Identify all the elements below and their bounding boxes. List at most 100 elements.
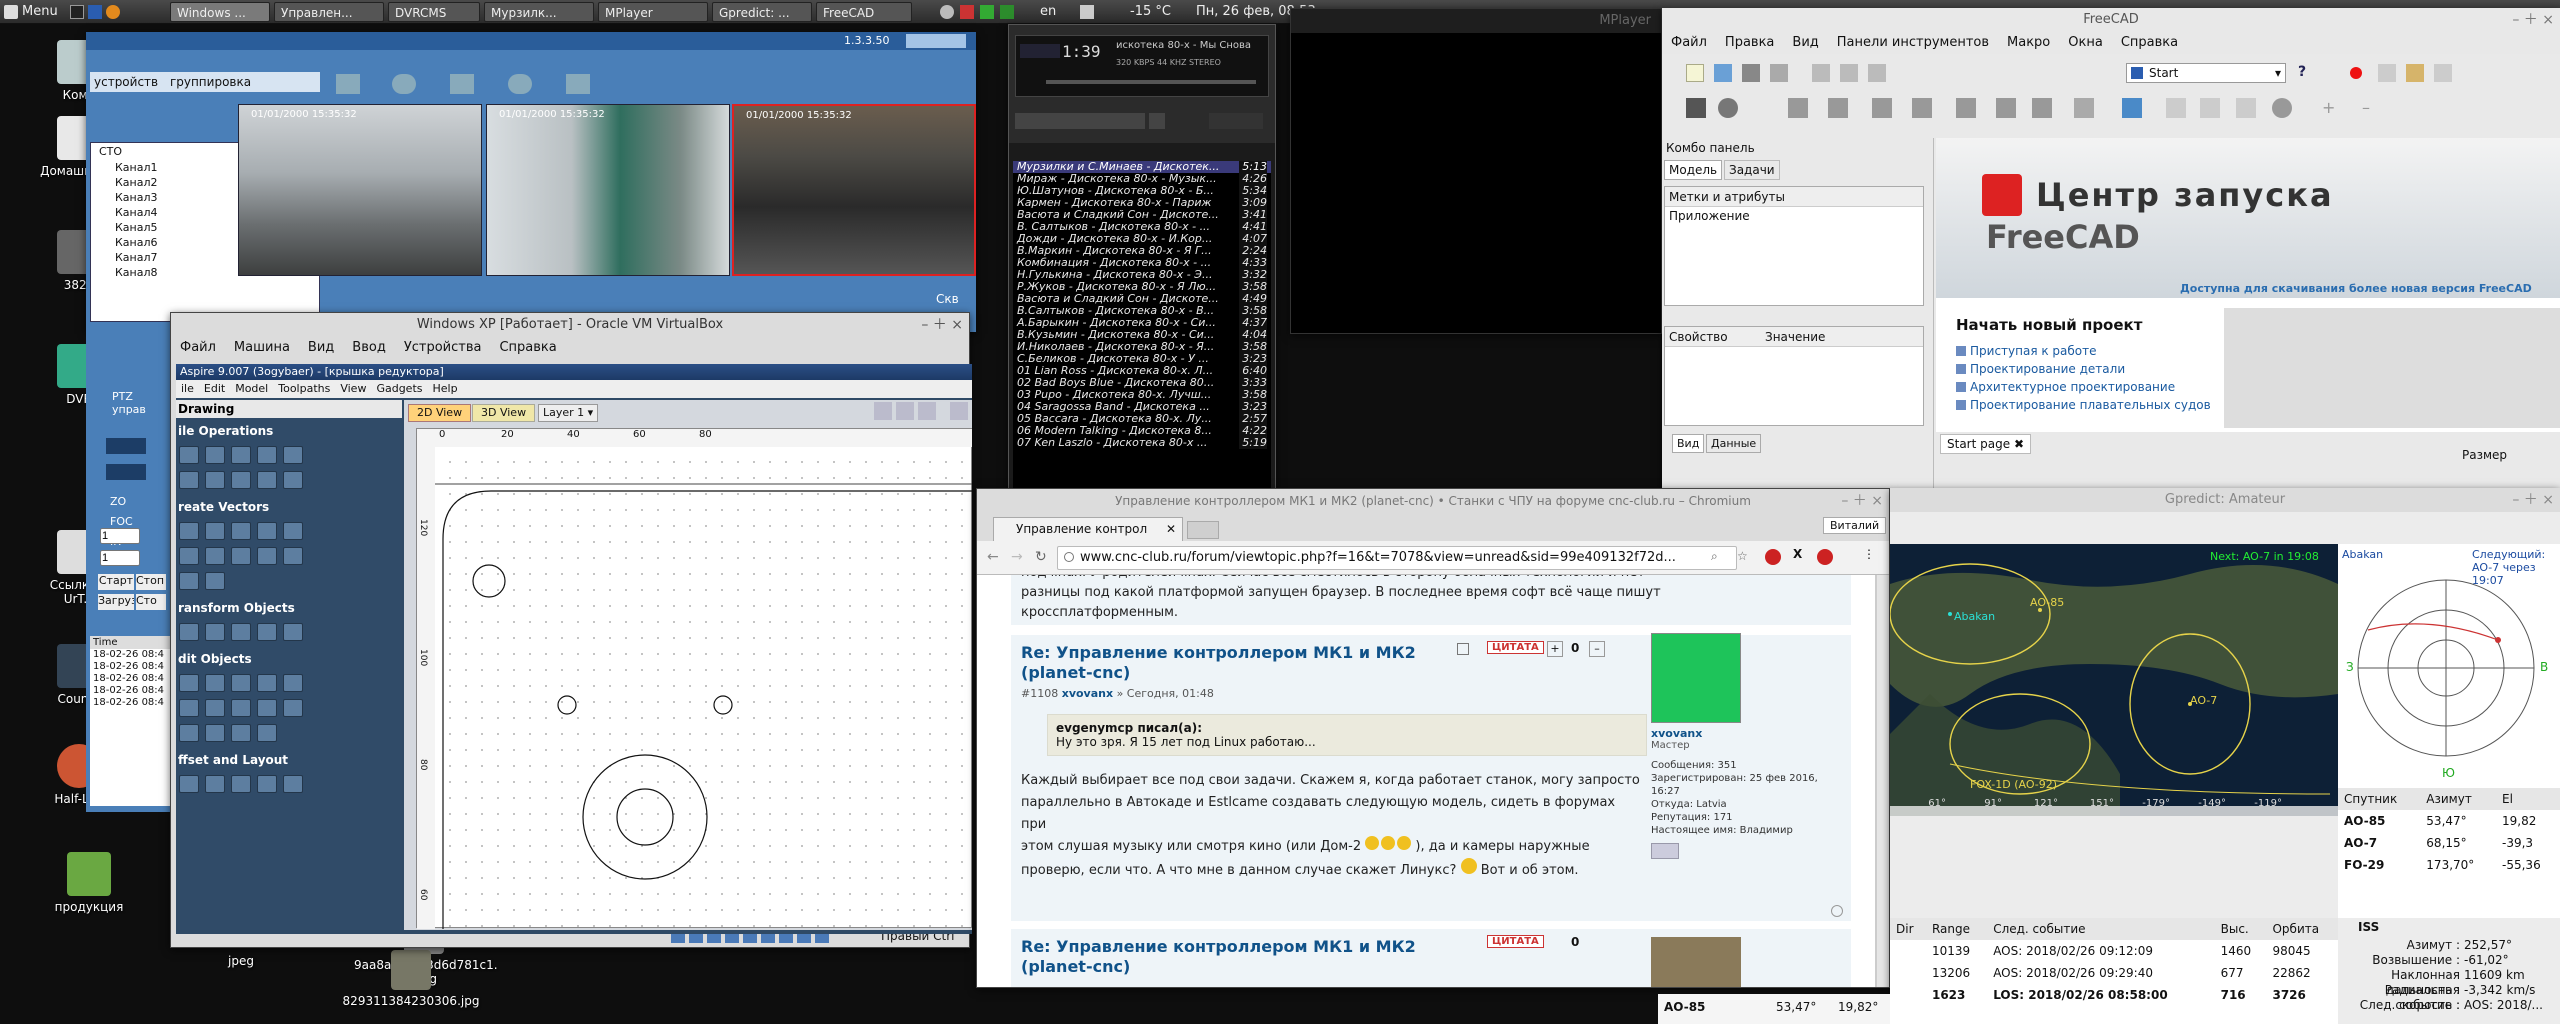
load-button[interactable]: Загруз <box>98 594 134 610</box>
desktop-file-jpeg[interactable]: jpeg <box>196 954 286 968</box>
forward-icon[interactable]: → <box>1011 549 1023 565</box>
menu-view[interactable]: Вид <box>1783 35 1827 50</box>
paste-icon[interactable] <box>231 471 251 489</box>
circle-icon[interactable] <box>179 522 199 540</box>
shuffle-repeat-icons[interactable] <box>1209 113 1263 129</box>
window-controls[interactable]: – ＋ × <box>2512 8 2554 32</box>
menu-devices[interactable]: Устройства <box>395 340 491 355</box>
reload-icon[interactable]: ↻ <box>1035 549 1047 565</box>
ungroup-icon[interactable] <box>283 674 303 692</box>
playlist-item[interactable]: А.Барыкин - Дискотека 80-х - Си... 4:37 <box>1013 317 1271 329</box>
playlist-item[interactable]: В. Салтыков - Дискотека 80-х - ... 4:41 <box>1013 221 1271 233</box>
tab-tasks[interactable]: Задачи <box>1724 160 1780 180</box>
menu-help[interactable]: Справка <box>490 340 565 355</box>
desktop-icon-production[interactable]: продукция <box>44 852 134 914</box>
scroll-top-icon[interactable] <box>1831 905 1843 917</box>
sat-row[interactable]: AO-7 68,15° -39,3 <box>2338 832 2560 854</box>
record-macro-icon[interactable] <box>2350 67 2362 79</box>
world-map[interactable]: AO-85 Abakan AO-7 FOX-1D (AO-92) Next: A… <box>1890 544 2338 816</box>
playlist-item[interactable]: Р.Жуков - Дискотека 80-х - Я Лю... 3:58 <box>1013 281 1271 293</box>
window-controls[interactable]: – ＋ × <box>2512 488 2554 512</box>
start-link[interactable]: Архитектурное проектирование <box>1956 378 2214 396</box>
stop-icon[interactable] <box>2272 98 2292 118</box>
run-macro-icon[interactable] <box>2434 64 2452 82</box>
zoom-fit-icon[interactable] <box>896 402 914 420</box>
sat-row[interactable]: AO-85 53,47° 19,82 <box>2338 810 2560 832</box>
report-icon[interactable] <box>1457 643 1469 655</box>
menu-machine[interactable]: Машина <box>225 340 299 355</box>
menu-file[interactable]: Файл <box>1662 35 1716 50</box>
mirror-icon[interactable] <box>231 724 251 742</box>
desktop-file-8293[interactable]: 829311384230306.jpg <box>336 950 486 1008</box>
zoom-in-icon[interactable]: + <box>2322 98 2342 118</box>
camera-view-1[interactable]: 01/01/2000 15:35:32 <box>238 104 482 276</box>
copy-icon[interactable] <box>1840 64 1858 82</box>
playlist-item[interactable]: 04 Saragossa Band - Дискотека ... 3:23 <box>1013 401 1271 413</box>
rotate-icon[interactable] <box>257 623 277 641</box>
align-icon[interactable] <box>205 623 225 641</box>
nest-icon[interactable] <box>205 775 225 793</box>
pass-row[interactable]: 13206 AOS: 2018/02/26 09:29:40 677 22862 <box>1890 962 2338 984</box>
post-title[interactable]: Re: Управление контроллером МК1 и МК2 (p… <box>1021 643 1461 683</box>
save-icon[interactable] <box>231 446 251 464</box>
draw-style-icon[interactable] <box>1718 98 1738 118</box>
view-isometric-icon[interactable] <box>1788 98 1808 118</box>
pm-button[interactable] <box>1651 843 1679 859</box>
tab-grouping[interactable]: группировка <box>166 75 255 89</box>
tab-devices[interactable]: устройств <box>90 75 162 89</box>
address-bar[interactable]: www.cnc-club.ru/forum/viewtopic.php?f=16… <box>1057 546 1737 570</box>
scrollbar[interactable] <box>1875 575 1877 987</box>
menu-toolbars[interactable]: Панели инструментов <box>1828 35 1998 50</box>
volume-icon[interactable] <box>1080 5 1094 19</box>
array-icon[interactable] <box>283 547 303 565</box>
task-dvrcms[interactable]: DVRCMS <box>388 2 480 22</box>
menu-toolpaths[interactable]: Toolpaths <box>273 382 335 395</box>
copy-along-icon[interactable] <box>231 775 251 793</box>
arc-icon[interactable] <box>205 547 225 565</box>
canvas[interactable]: 0 20 40 60 80 120 100 80 60 <box>416 428 972 929</box>
avatar[interactable] <box>1651 633 1741 723</box>
browser-tab[interactable]: Управление контрол ✕ <box>993 517 1183 541</box>
start-link[interactable]: Проектирование детали <box>1956 360 2214 378</box>
back-icon[interactable]: ← <box>987 549 999 565</box>
camera-view-2[interactable]: 01/01/2000 15:35:32 <box>486 104 730 276</box>
playlist-item[interactable]: 02 Bad Boys Blue - Дискотека 80... 3:33 <box>1013 377 1271 389</box>
playlist-item[interactable]: 05 Baccara - Дискотека 80-х. Лу... 2:57 <box>1013 413 1271 425</box>
paste-icon[interactable] <box>1868 64 1886 82</box>
layout-icon[interactable] <box>257 775 277 793</box>
task-upravlen[interactable]: Управлен... <box>274 2 384 22</box>
new-file-icon[interactable] <box>1686 64 1704 82</box>
whats-this-icon[interactable]: ? <box>2298 64 2316 82</box>
ptz-arrow-left[interactable] <box>106 438 146 454</box>
window-controls[interactable]: – ＋ × <box>921 313 963 337</box>
save-icon[interactable] <box>1742 64 1760 82</box>
fit-all-icon[interactable] <box>1686 98 1706 118</box>
grid-toggle-icon[interactable] <box>918 402 936 420</box>
playlist-item[interactable]: И.Николаев - Дискотека 80-х - Я... 3:58 <box>1013 341 1271 353</box>
tab-data[interactable]: Данные <box>1706 434 1762 453</box>
sat-row[interactable]: FO-29 173,70° -55,36 <box>2338 854 2560 876</box>
task-murzilki[interactable]: Мурзилк... <box>484 2 594 22</box>
window-controls[interactable]: – ＋ × <box>1841 489 1883 513</box>
zoom-box-icon[interactable] <box>874 402 892 420</box>
edit-macro-icon[interactable] <box>2406 64 2424 82</box>
playlist-item[interactable]: Васюта и Сладкий Сон - Дискоте... 3:41 <box>1013 209 1271 221</box>
view-front-icon[interactable] <box>1828 98 1848 118</box>
playlist-item[interactable]: Дожди - Дискотека 80-х - И.Кор... 4:07 <box>1013 233 1271 245</box>
tab-2d-view[interactable]: 2D View <box>408 404 472 422</box>
cut-icon[interactable] <box>179 471 199 489</box>
layer-dropdown[interactable]: Layer 1 ▾ <box>538 404 599 422</box>
playlist-item[interactable]: Ю.Шатунов - Дискотека 80-х - Б... 5:34 <box>1013 185 1271 197</box>
stop-macro-icon[interactable] <box>2378 64 2396 82</box>
menu-edit[interactable]: Edit <box>199 382 230 395</box>
post-id[interactable]: #1108 <box>1021 687 1058 700</box>
weld-icon[interactable] <box>231 699 251 717</box>
dimension-icon[interactable] <box>179 572 199 590</box>
redo-icon[interactable] <box>283 471 303 489</box>
x-extension-icon[interactable]: X <box>1793 547 1802 561</box>
offset-icon[interactable] <box>179 775 199 793</box>
playlist-item[interactable]: Мираж - Дискотека 80-х - Музык... 4:26 <box>1013 173 1271 185</box>
transport-controls[interactable] <box>1015 113 1145 129</box>
ellipse-icon[interactable] <box>205 522 225 540</box>
profile-username[interactable]: xvovanx <box>1651 727 1841 740</box>
